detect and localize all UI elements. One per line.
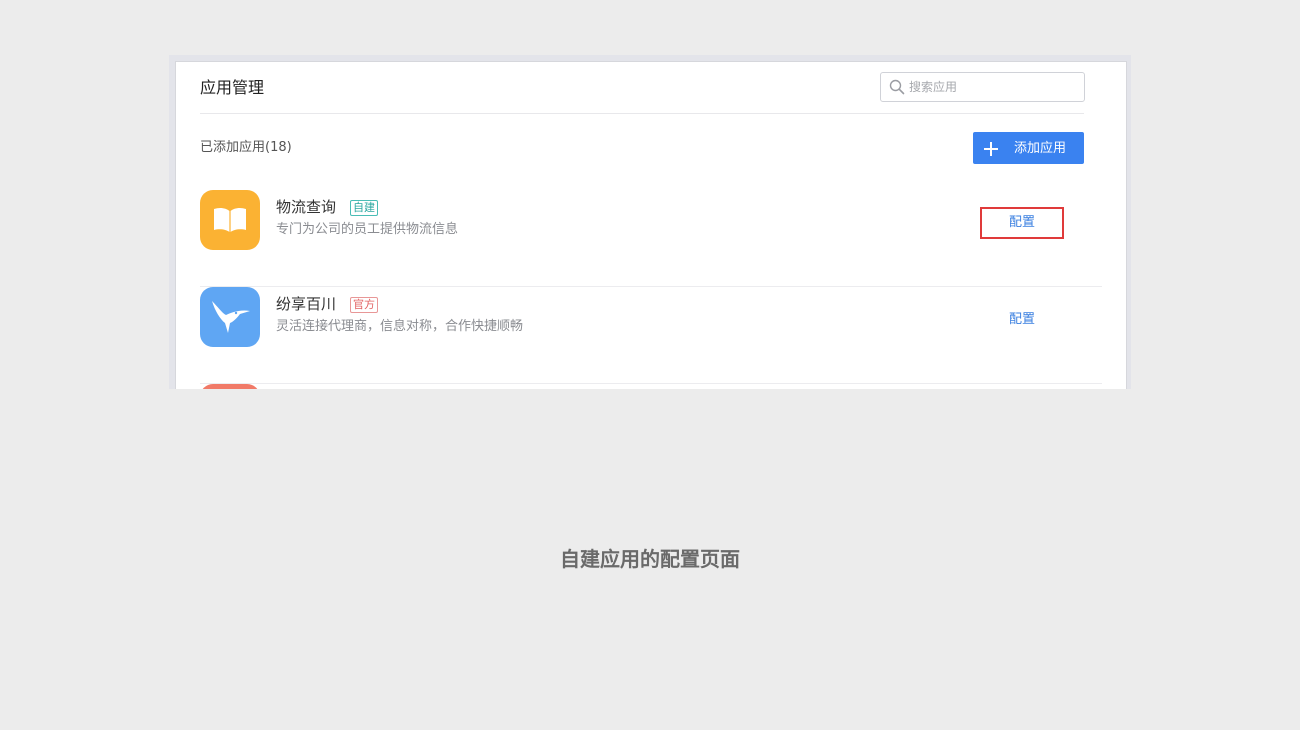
configure-link[interactable]: 配置 — [980, 207, 1064, 239]
app-name: 物流查询 — [276, 198, 337, 216]
app-list-item — [200, 384, 1102, 389]
search-box[interactable] — [880, 72, 1085, 102]
add-app-button-label: 添加应用 — [1014, 141, 1067, 156]
app-icon — [200, 384, 260, 389]
caption: 自建应用的配置页面 — [560, 547, 740, 571]
search-input[interactable] — [909, 76, 1079, 98]
app-description: 灵活连接代理商，信息对称，合作快捷顺畅 — [276, 319, 524, 334]
app-description: 专门为公司的员工提供物流信息 — [276, 222, 459, 237]
app-management-panel: 应用管理 已添加应用(18) 添加应用 物流查询 — [175, 61, 1127, 389]
book-icon — [200, 190, 260, 250]
header-divider — [200, 113, 1084, 114]
app-list-item: 纷享百川 官方 灵活连接代理商，信息对称，合作快捷顺畅 配置 — [200, 287, 1102, 384]
app-name: 纷享百川 — [276, 295, 337, 313]
configure-link[interactable]: 配置 — [980, 304, 1064, 336]
added-apps-count: 已添加应用(18) — [200, 140, 292, 155]
plus-icon — [983, 141, 999, 157]
hummingbird-icon — [200, 287, 260, 347]
add-app-button[interactable]: 添加应用 — [973, 132, 1084, 164]
page-title: 应用管理 — [200, 78, 265, 97]
app-list-item: 物流查询 自建 专门为公司的员工提供物流信息 配置 — [200, 190, 1102, 287]
search-icon — [889, 79, 905, 95]
official-badge: 官方 — [350, 297, 378, 313]
self-built-badge: 自建 — [350, 200, 378, 216]
